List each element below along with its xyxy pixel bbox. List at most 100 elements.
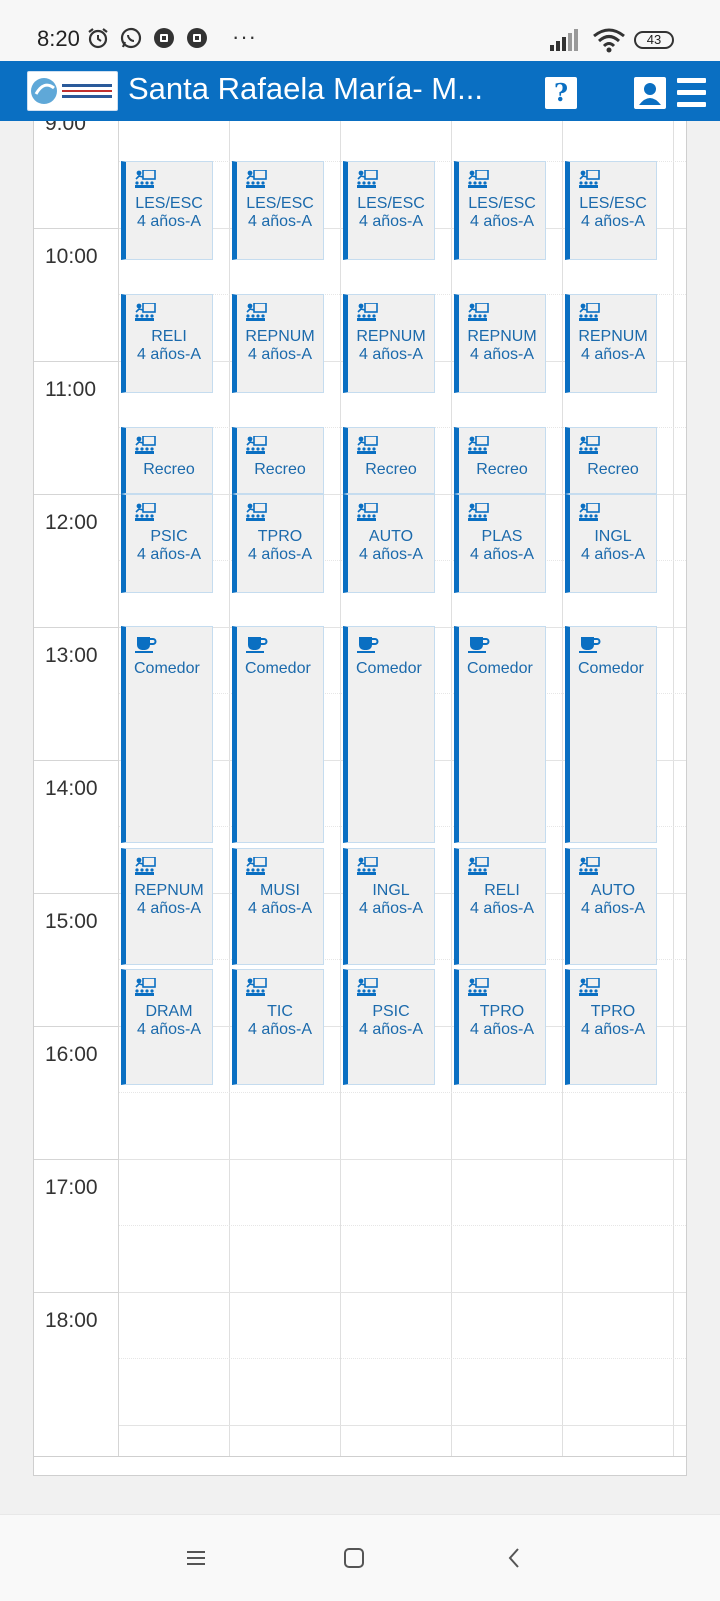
wifi-icon [593, 28, 625, 53]
class-event[interactable]: PLAS 4 años-A [454, 494, 546, 593]
cup-icon [246, 635, 268, 653]
class-event[interactable]: AUTO 4 años-A [343, 494, 435, 593]
class-event[interactable]: REPNUM 4 años-A [121, 848, 213, 965]
event-subject: PSIC [372, 1003, 410, 1020]
class-event[interactable]: LES/ESC 4 años-A [121, 161, 213, 260]
event-group: 4 años-A [358, 346, 424, 363]
event-group: 4 años-A [247, 1021, 313, 1038]
hour-label: 9:00 [45, 121, 86, 135]
event-subject: LES/ESC [468, 195, 536, 212]
event-subject: LES/ESC [135, 195, 203, 212]
event-subject: RELI [151, 328, 187, 345]
class-event[interactable]: DRAM 4 años-A [121, 969, 213, 1085]
event-subject: Comedor [245, 660, 311, 677]
class-event[interactable]: INGL 4 años-A [343, 848, 435, 965]
classroom-icon [357, 435, 379, 454]
class-event[interactable]: REPNUM 4 años-A [454, 294, 546, 393]
classroom-icon [246, 502, 268, 521]
event-group: 4 años-A [136, 213, 202, 230]
hour-label: 14:00 [45, 777, 98, 800]
back-icon[interactable] [500, 1543, 530, 1573]
event-subject: RELI [484, 882, 520, 899]
class-event[interactable]: REPNUM 4 años-A [343, 294, 435, 393]
class-event[interactable]: Recreo [343, 427, 435, 494]
recent-apps-icon[interactable] [181, 1543, 211, 1573]
class-event[interactable]: RELI 4 años-A [454, 848, 546, 965]
event-subject: LES/ESC [246, 195, 314, 212]
classroom-icon [468, 977, 490, 996]
event-group: 4 años-A [136, 1021, 202, 1038]
class-event[interactable]: Recreo [454, 427, 546, 494]
meal-event[interactable]: Comedor [343, 626, 435, 843]
weekly-timetable: 9:00 10:00 11:00 12:00 13:00 14:00 15:00 16:00 1… [33, 121, 687, 1476]
classroom-icon [246, 169, 268, 188]
class-event[interactable]: LES/ESC 4 años-A [232, 161, 324, 260]
event-group: 4 años-A [247, 346, 313, 363]
help-button[interactable]: ? [545, 77, 577, 109]
event-subject: REPNUM [578, 328, 648, 345]
event-subject: PSIC [150, 528, 188, 545]
class-event[interactable]: TPRO 4 años-A [565, 969, 657, 1085]
classroom-icon [246, 435, 268, 454]
class-event[interactable]: PSIC 4 años-A [121, 494, 213, 593]
event-subject: REPNUM [467, 328, 537, 345]
classroom-icon [357, 169, 379, 188]
meal-event[interactable]: Comedor [232, 626, 324, 843]
school-logo [27, 71, 118, 111]
menu-button[interactable] [677, 78, 706, 107]
class-event[interactable]: INGL 4 años-A [565, 494, 657, 593]
event-group: 4 años-A [358, 546, 424, 563]
hour-label: 17:00 [45, 1176, 98, 1199]
class-event[interactable]: REPNUM 4 años-A [232, 294, 324, 393]
classroom-icon [468, 435, 490, 454]
event-group: 4 años-A [136, 546, 202, 563]
whatsapp-icon [120, 27, 142, 49]
class-event[interactable]: MUSI 4 años-A [232, 848, 324, 965]
classroom-icon [135, 169, 157, 188]
meal-event[interactable]: Comedor [565, 626, 657, 843]
classroom-icon [468, 856, 490, 875]
event-subject: REPNUM [356, 328, 426, 345]
event-subject: INGL [594, 528, 632, 545]
classroom-icon [135, 502, 157, 521]
classroom-icon [468, 302, 490, 321]
class-event[interactable]: LES/ESC 4 años-A [565, 161, 657, 260]
class-event[interactable]: TPRO 4 años-A [454, 969, 546, 1085]
class-event[interactable]: PSIC 4 años-A [343, 969, 435, 1085]
meal-event[interactable]: Comedor [121, 626, 213, 843]
meal-event[interactable]: Comedor [454, 626, 546, 843]
event-group: 4 años-A [580, 1021, 646, 1038]
event-group: 4 años-A [247, 546, 313, 563]
event-group: 4 años-A [580, 900, 646, 917]
event-group: 4 años-A [358, 213, 424, 230]
hour-label: 12:00 [45, 511, 98, 534]
class-event[interactable]: LES/ESC 4 años-A [454, 161, 546, 260]
class-event[interactable]: LES/ESC 4 años-A [343, 161, 435, 260]
class-event[interactable]: RELI 4 años-A [121, 294, 213, 393]
battery-indicator: 43 [634, 31, 674, 49]
event-subject: TIC [267, 1003, 293, 1020]
class-event[interactable]: TPRO 4 años-A [232, 494, 324, 593]
status-time: 8:20 [37, 26, 80, 51]
class-event[interactable]: TIC 4 años-A [232, 969, 324, 1085]
classroom-icon [246, 856, 268, 875]
class-event[interactable]: Recreo [121, 427, 213, 494]
system-nav-bar [0, 1514, 720, 1601]
signal-icon [550, 29, 578, 51]
event-group: 4 años-A [469, 900, 535, 917]
event-subject: Recreo [143, 461, 195, 478]
classroom-icon [468, 502, 490, 521]
event-group: 4 años-A [136, 346, 202, 363]
time-column: 9:00 10:00 11:00 12:00 13:00 14:00 15:00 16:00 1… [34, 121, 119, 1456]
class-event[interactable]: AUTO 4 años-A [565, 848, 657, 965]
cup-icon [135, 635, 157, 653]
home-icon[interactable] [339, 1543, 369, 1573]
event-group: 4 años-A [358, 1021, 424, 1038]
user-button[interactable] [634, 77, 666, 109]
class-event[interactable]: REPNUM 4 años-A [565, 294, 657, 393]
class-event[interactable]: Recreo [565, 427, 657, 494]
class-event[interactable]: Recreo [232, 427, 324, 494]
more-notifications: ··· [232, 24, 257, 49]
event-subject: AUTO [368, 528, 414, 545]
event-subject: Recreo [254, 461, 306, 478]
